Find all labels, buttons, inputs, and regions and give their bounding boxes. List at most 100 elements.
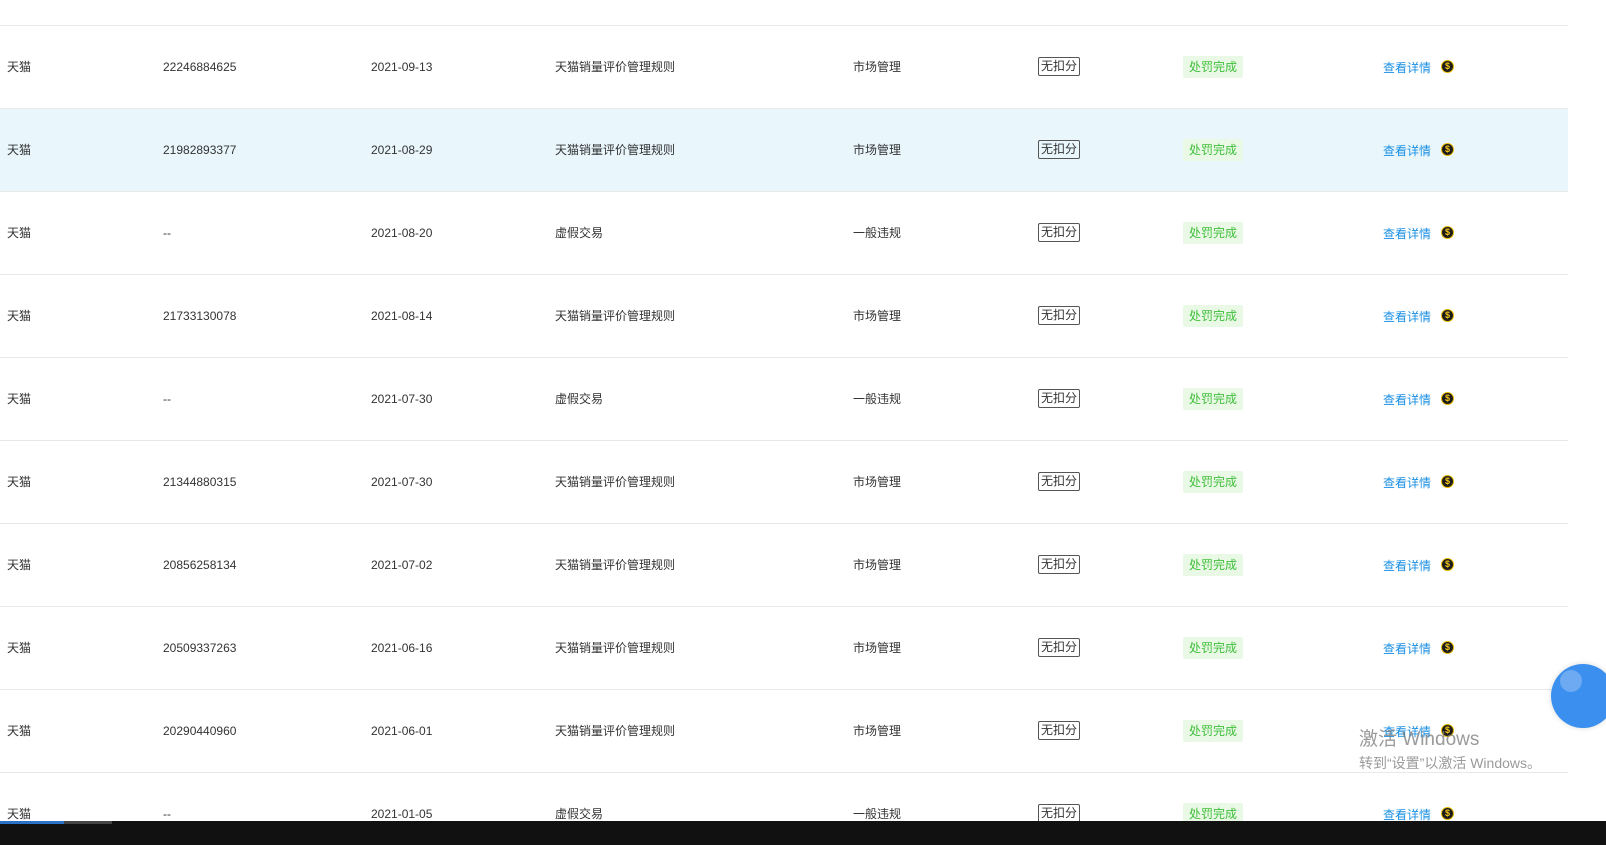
date-cell: 2021-08-14	[371, 309, 433, 323]
score-cell: 无扣分	[1038, 192, 1081, 274]
page: 天猫 22246884625 2021-09-13 天猫销量评价管理规则 市场管…	[0, 0, 1606, 845]
status-badge: 处罚完成	[1183, 304, 1244, 327]
coin-icon[interactable]: $	[1441, 392, 1455, 406]
table-row: 天猫 21733130078 2021-08-14 天猫销量评价管理规则 市场管…	[0, 275, 1568, 358]
view-details-link[interactable]: 查看详情	[1383, 144, 1431, 158]
record-id-cell: 21733130078	[163, 309, 237, 323]
action-cell: 查看详情 $	[1383, 358, 1455, 440]
platform-cell: 天猫	[7, 392, 32, 406]
platform-cell: 天猫	[7, 558, 32, 572]
table-row: 天猫 -- 2021-08-20 虚假交易 一般违规 无扣分 处罚完成 查看详情…	[0, 192, 1568, 275]
violation-type-cell: 市场管理	[853, 475, 902, 489]
view-details-link[interactable]: 查看详情	[1383, 559, 1431, 573]
coin-icon[interactable]: $	[1441, 143, 1455, 157]
table-row: 天猫 21982893377 2021-08-29 天猫销量评价管理规则 市场管…	[0, 109, 1568, 192]
status-badge: 处罚完成	[1183, 470, 1244, 493]
status-cell: 处罚完成	[1183, 524, 1244, 606]
rule-cell: 天猫销量评价管理规则	[555, 641, 676, 655]
status-cell: 处罚完成	[1183, 109, 1244, 191]
score-cell: 无扣分	[1038, 607, 1081, 689]
violation-type-cell: 市场管理	[853, 724, 902, 738]
floating-service-button[interactable]	[1551, 664, 1606, 728]
coin-icon[interactable]: $	[1441, 724, 1455, 738]
violation-type-cell: 一般违规	[853, 392, 902, 406]
rule-cell: 虚假交易	[555, 226, 604, 240]
action-cell: 查看详情 $	[1383, 607, 1455, 689]
date-cell: 2021-07-30	[371, 475, 433, 489]
platform-cell: 天猫	[7, 641, 32, 655]
action-cell: 查看详情 $	[1383, 524, 1455, 606]
action-cell: 查看详情 $	[1383, 26, 1455, 108]
rule-cell: 虚假交易	[555, 392, 604, 406]
status-cell: 处罚完成	[1183, 690, 1244, 772]
status-badge: 处罚完成	[1183, 55, 1244, 78]
score-cell: 无扣分	[1038, 524, 1081, 606]
violation-type-cell: 市场管理	[853, 60, 902, 74]
score-cell: 无扣分	[1038, 109, 1081, 191]
view-details-link[interactable]: 查看详情	[1383, 61, 1431, 75]
score-tag: 无扣分	[1038, 57, 1081, 77]
status-cell: 处罚完成	[1183, 192, 1244, 274]
rule-cell: 天猫销量评价管理规则	[555, 60, 676, 74]
record-id-cell: --	[163, 392, 171, 406]
violation-type-cell: 市场管理	[853, 309, 902, 323]
coin-icon[interactable]: $	[1441, 475, 1455, 489]
coin-icon[interactable]: $	[1441, 641, 1455, 655]
status-cell: 处罚完成	[1183, 26, 1244, 108]
rule-cell: 天猫销量评价管理规则	[555, 143, 676, 157]
date-cell: 2021-07-02	[371, 558, 433, 572]
record-id-cell: 22246884625	[163, 60, 237, 74]
rule-cell: 天猫销量评价管理规则	[555, 724, 676, 738]
view-details-link[interactable]: 查看详情	[1383, 642, 1431, 656]
score-cell: 无扣分	[1038, 26, 1081, 108]
action-cell: 查看详情 $	[1383, 275, 1455, 357]
score-tag: 无扣分	[1038, 140, 1081, 160]
score-cell: 无扣分	[1038, 690, 1081, 772]
record-id-cell: 20509337263	[163, 641, 237, 655]
score-tag: 无扣分	[1038, 223, 1081, 243]
coin-icon[interactable]: $	[1441, 558, 1455, 572]
view-details-link[interactable]: 查看详情	[1383, 393, 1431, 407]
record-id-cell: 20290440960	[163, 724, 237, 738]
platform-cell: 天猫	[7, 475, 32, 489]
taskbar-active-indicator	[0, 821, 64, 824]
status-badge: 处罚完成	[1183, 553, 1244, 576]
status-badge: 处罚完成	[1183, 387, 1244, 410]
table-top-spacer	[0, 0, 1568, 26]
action-cell: 查看详情 $	[1383, 441, 1455, 523]
score-tag: 无扣分	[1038, 721, 1081, 741]
violation-type-cell: 市场管理	[853, 641, 902, 655]
coin-icon[interactable]: $	[1441, 807, 1455, 821]
view-details-link[interactable]: 查看详情	[1383, 725, 1431, 739]
record-id-cell: 20856258134	[163, 558, 237, 572]
rule-cell: 天猫销量评价管理规则	[555, 475, 676, 489]
table-row: 天猫 21344880315 2021-07-30 天猫销量评价管理规则 市场管…	[0, 441, 1568, 524]
record-id-cell: 21344880315	[163, 475, 237, 489]
platform-cell: 天猫	[7, 60, 32, 74]
coin-icon[interactable]: $	[1441, 60, 1455, 74]
platform-cell: 天猫	[7, 226, 32, 240]
view-details-link[interactable]: 查看详情	[1383, 227, 1431, 241]
date-cell: 2021-07-30	[371, 392, 433, 406]
violations-table: 天猫 22246884625 2021-09-13 天猫销量评价管理规则 市场管…	[0, 0, 1568, 845]
score-cell: 无扣分	[1038, 441, 1081, 523]
status-badge: 处罚完成	[1183, 719, 1244, 742]
table-row: 天猫 20509337263 2021-06-16 天猫销量评价管理规则 市场管…	[0, 607, 1568, 690]
date-cell: 2021-06-16	[371, 641, 433, 655]
action-cell: 查看详情 $	[1383, 192, 1455, 274]
coin-icon[interactable]: $	[1441, 226, 1455, 240]
status-cell: 处罚完成	[1183, 607, 1244, 689]
violation-type-cell: 市场管理	[853, 143, 902, 157]
platform-cell: 天猫	[7, 309, 32, 323]
status-cell: 处罚完成	[1183, 358, 1244, 440]
table-row: 天猫 22246884625 2021-09-13 天猫销量评价管理规则 市场管…	[0, 26, 1568, 109]
rule-cell: 天猫销量评价管理规则	[555, 558, 676, 572]
view-details-link[interactable]: 查看详情	[1383, 476, 1431, 490]
view-details-link[interactable]: 查看详情	[1383, 310, 1431, 324]
taskbar-indicator	[64, 821, 112, 824]
score-cell: 无扣分	[1038, 358, 1081, 440]
view-details-link[interactable]: 查看详情	[1383, 808, 1431, 822]
coin-icon[interactable]: $	[1441, 309, 1455, 323]
status-badge: 处罚完成	[1183, 636, 1244, 659]
taskbar	[0, 821, 1606, 845]
